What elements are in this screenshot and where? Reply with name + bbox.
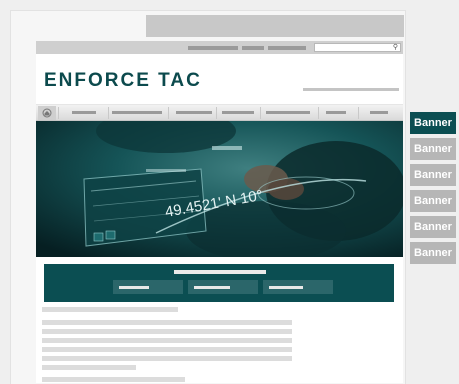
nav-separator <box>358 107 359 119</box>
nav-separator <box>318 107 319 119</box>
main-navigation <box>36 104 403 121</box>
content-text-line <box>42 329 292 334</box>
utility-bar: ⚲ <box>36 41 403 54</box>
banner-5[interactable]: Banner <box>410 216 456 238</box>
content-heading-placeholder <box>42 377 185 382</box>
nav-item-4[interactable] <box>222 111 254 114</box>
utility-link-3[interactable] <box>268 46 306 50</box>
banner-2[interactable]: Banner <box>410 138 456 160</box>
panel-button-1-label <box>119 286 149 289</box>
nav-item-6[interactable] <box>326 111 346 114</box>
nav-item-7[interactable] <box>370 111 388 114</box>
content-text-line <box>42 347 292 352</box>
content-text-line <box>42 356 292 361</box>
banner-4[interactable]: Banner <box>410 190 456 212</box>
hero-graphic: 49.4521' N 10° <box>36 121 403 257</box>
home-icon <box>42 108 52 118</box>
panel-button-1[interactable] <box>113 280 183 294</box>
logo[interactable]: ENFORCE TAC <box>44 71 202 91</box>
panel-button-2[interactable] <box>188 280 258 294</box>
nav-separator <box>168 107 169 119</box>
nav-item-5[interactable] <box>266 111 310 114</box>
nav-item-3[interactable] <box>176 111 212 114</box>
hero-image[interactable]: 49.4521' N 10° <box>36 121 403 257</box>
nav-separator <box>108 107 109 119</box>
content-text-line <box>42 365 136 370</box>
nav-separator <box>260 107 261 119</box>
panel-button-3[interactable] <box>263 280 333 294</box>
banner-1[interactable]: Banner <box>410 112 456 134</box>
utility-link-2[interactable] <box>242 46 264 50</box>
nav-item-2[interactable] <box>112 111 162 114</box>
nav-home-button[interactable] <box>38 106 56 120</box>
content-heading-placeholder <box>42 307 178 312</box>
search-input[interactable]: ⚲ <box>314 43 401 52</box>
top-placeholder-bar <box>146 15 404 37</box>
panel-button-3-label <box>269 286 303 289</box>
nav-item-1[interactable] <box>72 111 96 114</box>
panel-title-placeholder <box>174 270 266 274</box>
search-icon[interactable]: ⚲ <box>393 44 398 52</box>
nav-separator <box>216 107 217 119</box>
banner-3[interactable]: Banner <box>410 164 456 186</box>
website-page: ⚲ ENFORCE TAC 49.4521' N 10° <box>36 41 403 383</box>
feature-panel <box>44 264 394 302</box>
content-text-line <box>42 338 292 343</box>
header-placeholder-line <box>303 88 399 91</box>
nav-separator <box>58 107 59 119</box>
utility-link-1[interactable] <box>188 46 238 50</box>
panel-button-2-label <box>194 286 230 289</box>
banner-6[interactable]: Banner <box>410 242 456 264</box>
content-text-line <box>42 320 292 325</box>
